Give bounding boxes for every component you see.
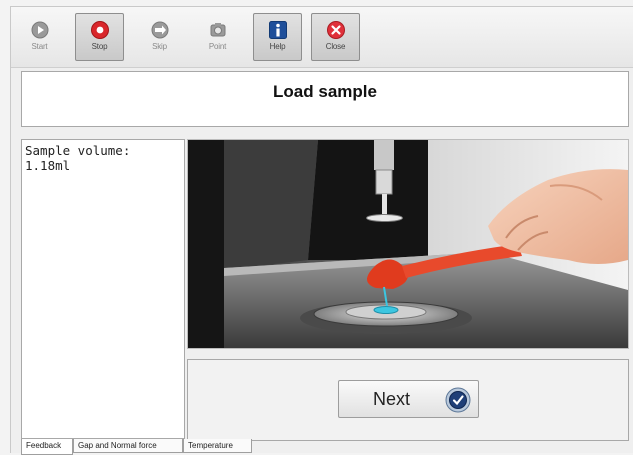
skip-button[interactable]: Skip <box>135 13 184 61</box>
info-icon <box>268 21 287 39</box>
navigation-panel: Next <box>187 359 629 441</box>
sample-volume-text: Sample volume: 1.18ml <box>25 143 138 173</box>
play-icon <box>31 21 48 39</box>
point-icon <box>210 23 225 37</box>
tab-gap-and-normal-force[interactable]: Gap and Normal force <box>73 439 183 453</box>
help-button[interactable]: Help <box>253 13 302 61</box>
page-title: Load sample <box>273 82 377 101</box>
step-title-panel: Load sample <box>21 71 629 127</box>
next-arrow-icon <box>445 387 471 413</box>
point-button-label: Point <box>208 42 227 51</box>
start-button-label: Start <box>31 42 48 51</box>
start-button[interactable]: Start <box>15 13 64 61</box>
close-icon <box>326 21 345 39</box>
application-window: Start Stop Skip Point Help Close Load sa… <box>10 6 633 455</box>
stop-icon <box>90 21 109 39</box>
help-button-label: Help <box>269 42 286 51</box>
next-button[interactable]: Next <box>338 380 479 418</box>
close-button-label: Close <box>325 42 346 51</box>
next-button-label: Next <box>373 389 411 409</box>
toolbar: Start Stop Skip Point Help Close <box>11 7 633 68</box>
skip-icon <box>151 21 168 39</box>
stop-button[interactable]: Stop <box>75 13 124 61</box>
point-button[interactable]: Point <box>193 13 242 61</box>
feedback-panel: Sample volume: 1.18ml <box>21 139 185 439</box>
sample-loading-illustration <box>188 140 628 348</box>
instruction-image-panel <box>187 139 629 349</box>
stop-button-label: Stop <box>91 42 108 51</box>
tab-temperature[interactable]: Temperature <box>183 439 252 453</box>
close-button[interactable]: Close <box>311 13 360 61</box>
tab-feedback[interactable]: Feedback <box>21 439 73 455</box>
skip-button-label: Skip <box>152 42 167 51</box>
